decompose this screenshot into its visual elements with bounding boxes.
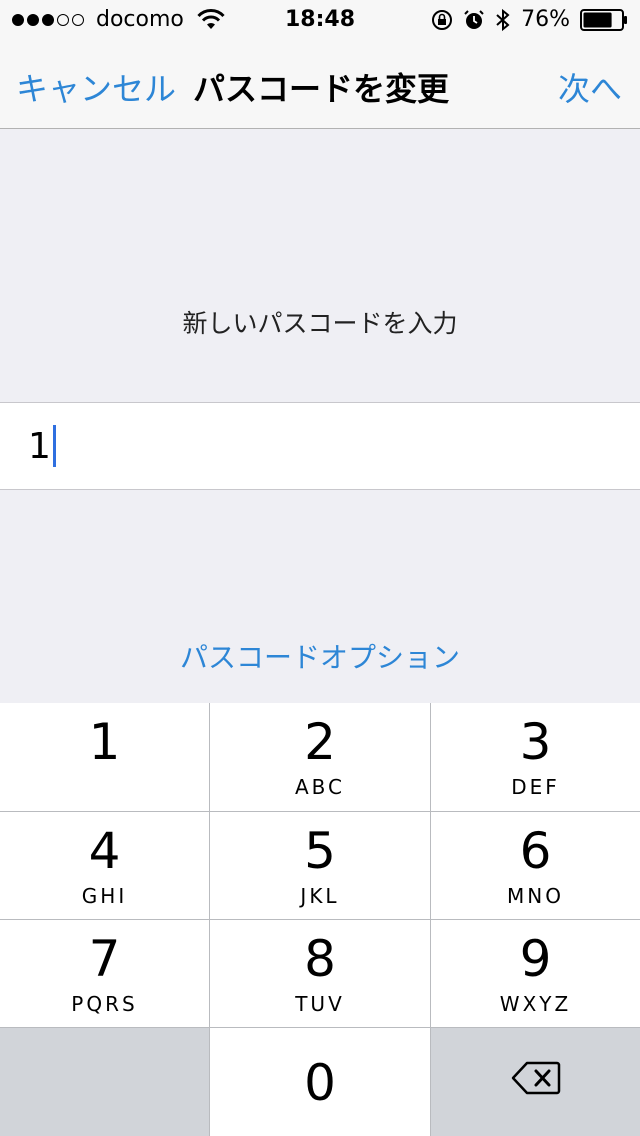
key-number: 9 (519, 930, 552, 988)
key-letters: ABC (294, 775, 345, 799)
passcode-prompt: 新しいパスコードを入力 (182, 309, 458, 338)
keypad-divider (430, 703, 431, 1136)
key-number: 3 (519, 713, 552, 771)
key-letters: JKL (300, 884, 340, 908)
key-0[interactable]: 0 (210, 1028, 430, 1136)
key-number: 6 (519, 822, 552, 880)
status-right: 76% (431, 7, 628, 32)
key-letters: TUV (295, 992, 345, 1016)
cancel-button[interactable]: キャンセル (16, 64, 176, 110)
key-number: 7 (88, 930, 121, 988)
key-number: 8 (304, 930, 336, 988)
keypad-divider (0, 1027, 640, 1028)
battery-percent: 76% (521, 7, 570, 32)
passcode-input-value: 1 (28, 425, 51, 467)
key-8[interactable]: 8 TUV (210, 920, 430, 1027)
page-title: パスコードを変更 (193, 70, 450, 108)
bluetooth-icon (496, 8, 510, 31)
next-button[interactable]: 次へ (558, 64, 622, 110)
keypad-divider (209, 703, 210, 1136)
delete-key[interactable] (431, 1028, 640, 1136)
key-3[interactable]: 3 DEF (431, 703, 640, 811)
key-number: 5 (304, 822, 336, 880)
text-caret (52, 425, 56, 467)
key-1[interactable]: 1 (0, 703, 209, 811)
key-letters: MNO (507, 884, 564, 908)
alarm-icon (464, 9, 484, 29)
key-letters: GHI (81, 884, 128, 908)
key-5[interactable]: 5 JKL (210, 812, 430, 919)
keypad-divider (0, 811, 640, 812)
key-number: 0 (304, 1054, 336, 1112)
key-letters: PQRS (71, 992, 138, 1016)
backspace-icon (511, 1061, 560, 1095)
key-letters: WXYZ (499, 992, 572, 1016)
keypad-blank-key (0, 1028, 209, 1136)
key-9[interactable]: 9 WXYZ (431, 920, 640, 1027)
numeric-keypad: 1 2 ABC 3 DEF 4 GHI 5 JKL 6 MNO 7 PQRS 8… (0, 703, 640, 1136)
key-7[interactable]: 7 PQRS (0, 920, 209, 1027)
navigation-bar: キャンセル パスコードを変更 次へ (0, 40, 640, 129)
passcode-input[interactable]: 1 (0, 402, 640, 490)
battery-icon (580, 8, 627, 31)
status-bar: docomo 18:48 76% (0, 0, 640, 40)
key-letters: DEF (511, 775, 560, 799)
passcode-options-link[interactable]: パスコードオプション (0, 636, 640, 676)
key-4[interactable]: 4 GHI (0, 812, 209, 919)
key-number: 4 (88, 822, 121, 880)
keypad-divider (0, 919, 640, 920)
key-number: 1 (88, 713, 121, 771)
key-2[interactable]: 2 ABC (210, 703, 430, 811)
key-number: 2 (304, 713, 336, 771)
key-6[interactable]: 6 MNO (431, 812, 640, 919)
passcode-input-value-wrap: 1 (28, 425, 56, 467)
orientation-lock-icon (432, 9, 453, 30)
